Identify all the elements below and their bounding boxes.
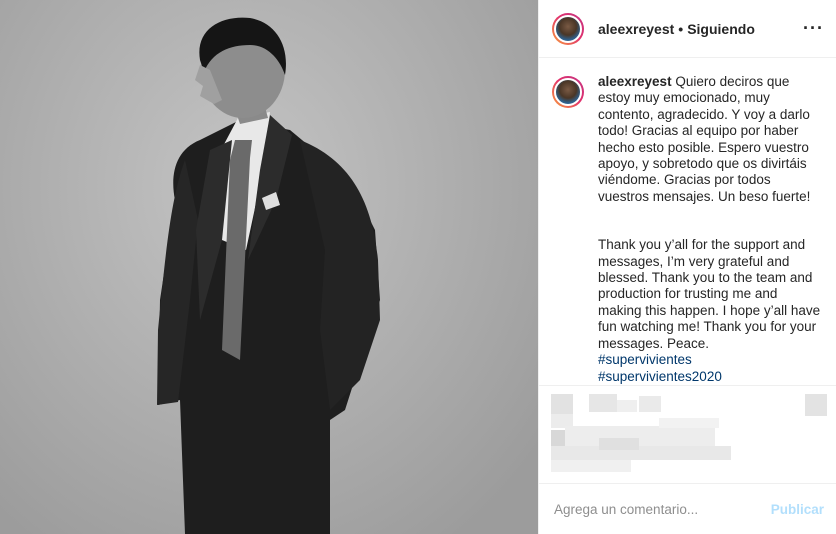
caption-story-ring[interactable] xyxy=(552,76,584,108)
avatar[interactable] xyxy=(554,14,582,43)
caption-english-text: Thank you y’all for the support and mess… xyxy=(598,237,824,351)
hashtag-link[interactable]: #supervivientes2020 xyxy=(598,369,824,385)
caption: aleexreyest Quiero deciros que estoy muy… xyxy=(552,74,824,385)
more-options-icon[interactable]: ··· xyxy=(803,18,824,39)
story-ring[interactable] xyxy=(552,12,584,45)
caption-avatar[interactable] xyxy=(554,78,582,106)
caption-spanish-paragraph: aleexreyest Quiero deciros que estoy muy… xyxy=(598,74,824,205)
caption-text: aleexreyest Quiero deciros que estoy muy… xyxy=(598,74,824,385)
comment-box: Publicar xyxy=(539,484,836,534)
post-photo[interactable] xyxy=(0,0,538,534)
man-in-suit-photo xyxy=(157,17,380,534)
hashtag-link[interactable]: #supervivientes xyxy=(598,352,824,368)
comment-input[interactable] xyxy=(554,501,771,517)
instagram-post: aleexreyest • Siguiendo ··· aleexreyest … xyxy=(0,0,836,534)
publish-button[interactable]: Publicar xyxy=(771,502,824,517)
username-link[interactable]: aleexreyest xyxy=(598,21,674,37)
post-header: aleexreyest • Siguiendo ··· xyxy=(539,0,836,58)
following-button[interactable]: Siguiendo xyxy=(687,21,755,37)
separator-dot: • xyxy=(678,20,684,37)
comments-section[interactable]: aleexreyest Quiero deciros que estoy muy… xyxy=(539,58,836,386)
blurred-actions-area xyxy=(539,386,836,484)
caption-spanish-text: Quiero deciros que estoy muy emocionado,… xyxy=(598,74,814,204)
post-side-panel: aleexreyest • Siguiendo ··· aleexreyest … xyxy=(538,0,836,534)
caption-username-link[interactable]: aleexreyest xyxy=(598,74,672,89)
